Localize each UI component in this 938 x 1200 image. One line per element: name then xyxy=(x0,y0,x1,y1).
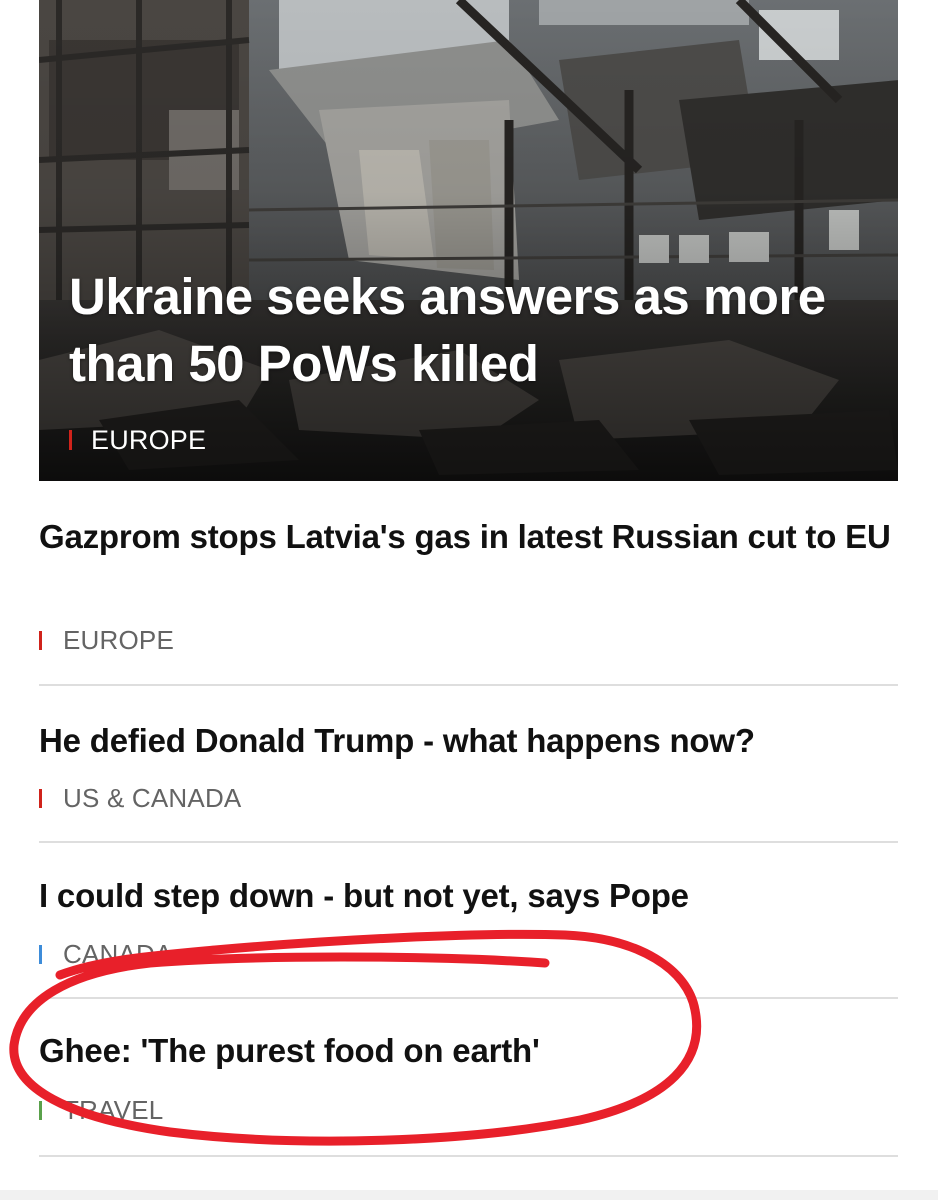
story-title[interactable]: He defied Donald Trump - what happens no… xyxy=(39,718,898,763)
tag-color-bar xyxy=(69,430,72,450)
story-item[interactable]: Gazprom stops Latvia's gas in latest Rus… xyxy=(39,514,898,559)
story-section-tag[interactable]: CANADA xyxy=(39,938,898,969)
story-title[interactable]: Gazprom stops Latvia's gas in latest Rus… xyxy=(39,514,898,559)
story-item[interactable]: Ghee: 'The purest food on earth' xyxy=(39,1028,898,1073)
story-section-tag[interactable]: TRAVEL xyxy=(39,1094,898,1125)
story-tag-label: CANADA xyxy=(63,938,173,969)
story-section-tag[interactable]: EUROPE xyxy=(39,624,898,655)
story-title[interactable]: I could step down - but not yet, says Po… xyxy=(39,873,898,918)
story-title[interactable]: Ghee: 'The purest food on earth' xyxy=(39,1028,898,1073)
story-section-tag[interactable]: US & CANADA xyxy=(39,782,898,813)
hero-gradient-overlay xyxy=(39,0,898,481)
hero-tag-label: EUROPE xyxy=(91,424,207,455)
story-item[interactable]: I could step down - but not yet, says Po… xyxy=(39,873,898,918)
story-tag-label: US & CANADA xyxy=(63,782,242,813)
story-divider xyxy=(39,997,898,999)
tag-color-bar xyxy=(39,944,42,964)
page-bottom-strip xyxy=(0,1190,938,1200)
tag-color-bar xyxy=(39,1100,42,1120)
story-divider xyxy=(39,841,898,843)
tag-color-bar xyxy=(39,630,42,650)
story-divider xyxy=(39,684,898,686)
story-divider xyxy=(39,1155,898,1157)
tag-color-bar xyxy=(39,788,42,808)
story-item[interactable]: He defied Donald Trump - what happens no… xyxy=(39,718,898,763)
hero-story[interactable]: Ukraine seeks answers as more than 50 Po… xyxy=(39,0,898,481)
story-tag-label: EUROPE xyxy=(63,624,175,655)
hero-section-tag[interactable]: EUROPE xyxy=(69,424,207,455)
hero-headline[interactable]: Ukraine seeks answers as more than 50 Po… xyxy=(69,263,859,397)
story-tag-label: TRAVEL xyxy=(63,1094,164,1125)
